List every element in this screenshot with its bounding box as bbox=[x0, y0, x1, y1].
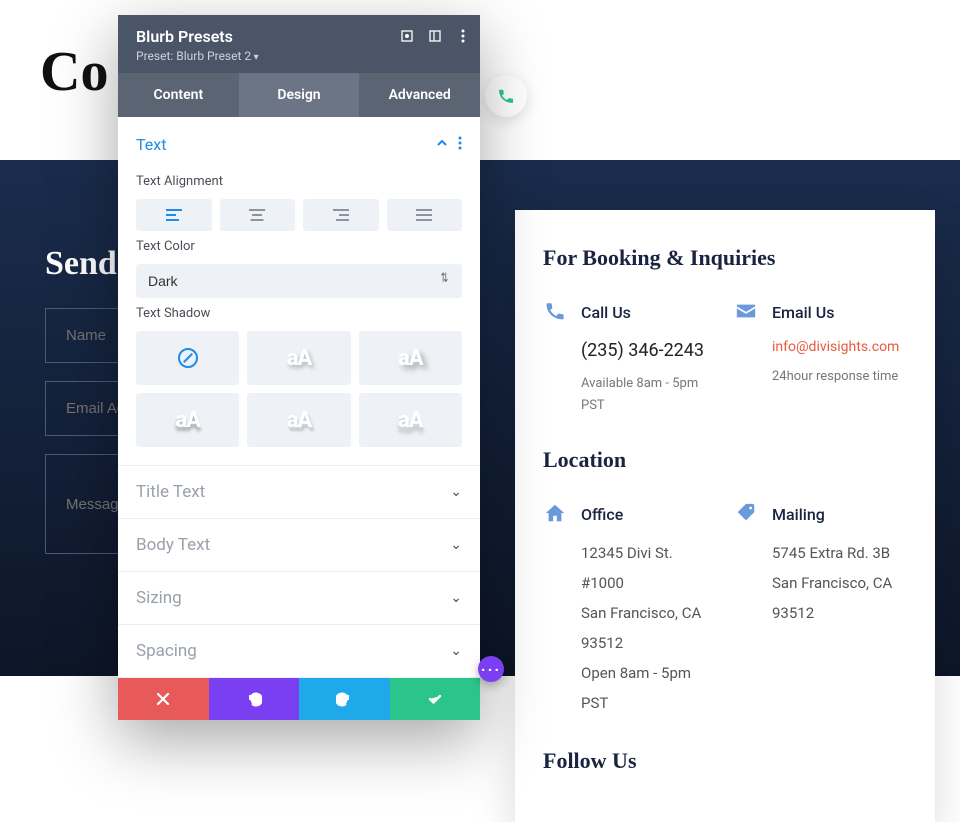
office-line2: San Francisco, CA 93512 bbox=[581, 598, 714, 658]
align-left-button[interactable] bbox=[136, 199, 212, 231]
more-options-bubble[interactable]: ··· bbox=[478, 656, 504, 682]
preset-selector[interactable]: Preset: Blurb Preset 2 bbox=[136, 49, 462, 63]
text-section: Text Text Alignment Text Color Dark Text bbox=[118, 117, 480, 466]
title-text-section[interactable]: Title Text ⌄ bbox=[118, 466, 480, 519]
tab-advanced[interactable]: Advanced bbox=[359, 73, 480, 117]
contact-info-card: For Booking & Inquiries Call Us (235) 34… bbox=[515, 210, 935, 822]
chevron-down-icon: ⌄ bbox=[450, 537, 462, 553]
blurb-presets-modal: Blurb Presets Preset: Blurb Preset 2 Con… bbox=[118, 15, 480, 720]
spacing-label: Spacing bbox=[136, 641, 197, 661]
align-justify-button[interactable] bbox=[387, 199, 463, 231]
none-icon bbox=[178, 348, 198, 368]
mailing-block: Mailing 5745 Extra Rd. 3B San Francisco,… bbox=[734, 501, 905, 718]
spacing-section[interactable]: Spacing ⌄ bbox=[118, 625, 480, 678]
chevron-down-icon: ⌄ bbox=[450, 590, 462, 606]
text-color-select[interactable]: Dark bbox=[136, 264, 462, 298]
office-line3: Open 8am - 5pm PST bbox=[581, 658, 714, 718]
office-block: Office 12345 Divi St. #1000 San Francisc… bbox=[543, 501, 714, 718]
body-text-label: Body Text bbox=[136, 535, 210, 555]
cancel-button[interactable] bbox=[118, 678, 209, 720]
text-section-title[interactable]: Text bbox=[136, 135, 166, 154]
shadow-label: Text Shadow bbox=[136, 306, 462, 321]
section-kebab-icon[interactable] bbox=[458, 136, 462, 154]
email-address[interactable]: info@divisights.com bbox=[772, 336, 899, 360]
phone-icon bbox=[543, 299, 567, 323]
follow-heading: Follow Us bbox=[543, 748, 905, 774]
office-title: Office bbox=[581, 501, 714, 528]
modal-footer bbox=[118, 678, 480, 720]
align-right-button[interactable] bbox=[303, 199, 379, 231]
modal-body: Text Text Alignment Text Color Dark Text bbox=[118, 117, 480, 678]
modal-header[interactable]: Blurb Presets Preset: Blurb Preset 2 bbox=[118, 15, 480, 73]
align-center-button[interactable] bbox=[220, 199, 296, 231]
sizing-section[interactable]: Sizing ⌄ bbox=[118, 572, 480, 625]
tab-design[interactable]: Design bbox=[239, 73, 360, 117]
mailing-line2: San Francisco, CA 93512 bbox=[772, 568, 905, 628]
modal-tabs: Content Design Advanced bbox=[118, 73, 480, 117]
call-phone: (235) 346-2243 bbox=[581, 336, 714, 367]
call-block: Call Us (235) 346-2243 Available 8am - 5… bbox=[543, 299, 714, 417]
shadow-preset-5[interactable]: aA bbox=[359, 393, 462, 447]
sizing-label: Sizing bbox=[136, 588, 182, 608]
shadow-preset-3[interactable]: aA bbox=[136, 393, 239, 447]
home-icon bbox=[543, 501, 567, 525]
chevron-up-icon[interactable] bbox=[436, 137, 448, 153]
booking-heading: For Booking & Inquiries bbox=[543, 245, 905, 271]
location-heading: Location bbox=[543, 447, 905, 473]
shadow-none-button[interactable] bbox=[136, 331, 239, 385]
body-text-section[interactable]: Body Text ⌄ bbox=[118, 519, 480, 572]
shadow-preset-1[interactable]: aA bbox=[247, 331, 350, 385]
office-line1: 12345 Divi St. #1000 bbox=[581, 538, 714, 598]
chevron-down-icon: ⌄ bbox=[450, 643, 462, 659]
call-note: Available 8am - 5pm PST bbox=[581, 373, 714, 417]
kebab-icon[interactable] bbox=[456, 29, 470, 43]
email-note: 24hour response time bbox=[772, 366, 899, 388]
tag-icon bbox=[734, 501, 758, 525]
page-title: Co bbox=[40, 40, 108, 104]
dock-icon[interactable] bbox=[428, 29, 442, 43]
email-title: Email Us bbox=[772, 299, 899, 326]
mailing-line1: 5745 Extra Rd. 3B bbox=[772, 538, 905, 568]
phone-floating-button[interactable] bbox=[485, 75, 527, 117]
redo-button[interactable] bbox=[299, 678, 390, 720]
shadow-preset-2[interactable]: aA bbox=[359, 331, 462, 385]
expand-icon[interactable] bbox=[400, 29, 414, 43]
email-block: Email Us info@divisights.com 24hour resp… bbox=[734, 299, 905, 417]
call-title: Call Us bbox=[581, 299, 714, 326]
title-text-label: Title Text bbox=[136, 482, 205, 502]
confirm-button[interactable] bbox=[390, 678, 481, 720]
shadow-preset-4[interactable]: aA bbox=[247, 393, 350, 447]
color-label: Text Color bbox=[136, 239, 462, 254]
mailing-title: Mailing bbox=[772, 501, 905, 528]
tab-content[interactable]: Content bbox=[118, 73, 239, 117]
undo-button[interactable] bbox=[209, 678, 300, 720]
alignment-label: Text Alignment bbox=[136, 174, 462, 189]
chevron-down-icon: ⌄ bbox=[450, 484, 462, 500]
envelope-icon bbox=[734, 299, 758, 323]
